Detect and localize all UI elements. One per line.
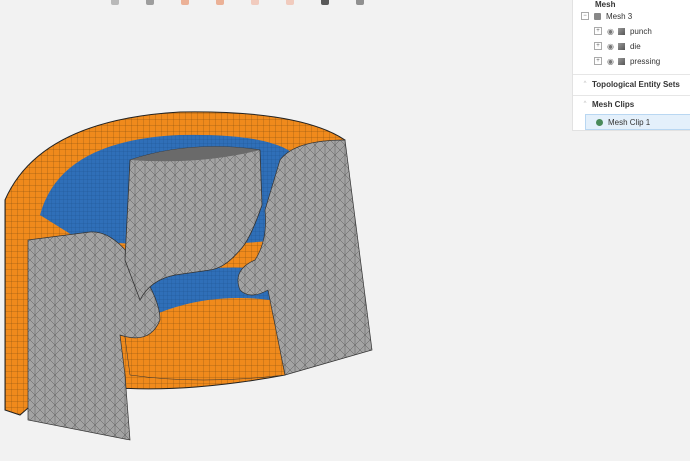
tree-item-punch[interactable]: + ◉ punch — [594, 24, 690, 38]
eye-icon[interactable]: ◉ — [607, 27, 614, 36]
divider — [573, 95, 690, 96]
scene-tree-panel: Mesh − Mesh 3 + ◉ punch + ◉ die + ◉ pres… — [572, 0, 690, 131]
tree-item-mesh-clip-1[interactable]: Mesh Clip 1 — [585, 114, 690, 130]
settings-icon[interactable] — [353, 0, 367, 7]
caret-icon: ^ — [583, 101, 587, 107]
clip-z-icon[interactable] — [248, 0, 262, 7]
mesh-section-header: Mesh — [595, 0, 616, 9]
3d-viewport[interactable] — [0, 0, 570, 456]
mesh-clip-icon — [596, 118, 603, 126]
view-front-icon[interactable] — [108, 0, 122, 7]
expand-icon[interactable]: + — [594, 27, 602, 35]
pointer-select-icon[interactable] — [318, 0, 332, 7]
view-toolbar — [108, 0, 367, 8]
tree-item-mesh-3[interactable]: − Mesh 3 — [581, 9, 690, 23]
divider — [573, 74, 690, 75]
view-iso-icon[interactable] — [143, 0, 157, 7]
tree-item-pressing[interactable]: + ◉ pressing — [594, 54, 690, 68]
eye-icon[interactable]: ◉ — [607, 57, 614, 66]
cube-icon — [617, 27, 625, 35]
collapse-icon[interactable]: − — [581, 12, 589, 20]
mesh-clips-section[interactable]: ^ Mesh Clips — [578, 97, 690, 111]
cube-icon — [617, 42, 625, 50]
clip-x-icon[interactable] — [178, 0, 192, 7]
caret-icon: ^ — [583, 81, 587, 87]
expand-icon[interactable]: + — [594, 42, 602, 50]
tree-item-die[interactable]: + ◉ die — [594, 39, 690, 53]
mesh-model — [4, 111, 373, 441]
eye-icon[interactable]: ◉ — [607, 42, 614, 51]
mesh-icon — [594, 12, 601, 20]
topological-entity-sets-section[interactable]: ^ Topological Entity Sets — [578, 77, 690, 91]
cube-icon — [617, 57, 625, 65]
clip-plane-icon[interactable] — [283, 0, 297, 7]
clip-y-icon[interactable] — [213, 0, 227, 7]
expand-icon[interactable]: + — [594, 57, 602, 65]
